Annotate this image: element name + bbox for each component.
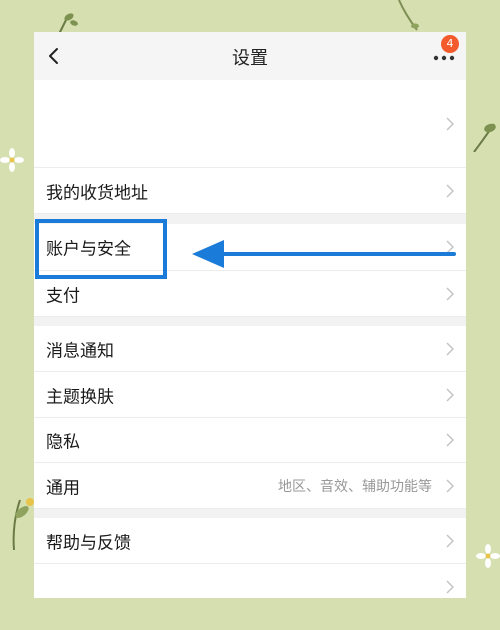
leaf-decoration-icon-2 [12, 498, 34, 550]
notifications-row[interactable]: 消息通知 [34, 326, 466, 372]
chevron-right-icon [446, 433, 454, 447]
white-flower-icon [0, 148, 24, 172]
shipping-address-label: 我的收货地址 [46, 183, 148, 203]
chevron-right-icon [446, 533, 454, 548]
privacy-label: 隐私 [46, 432, 80, 453]
profile-row[interactable] [34, 80, 466, 168]
notification-badge: 4 [441, 35, 459, 53]
theme-label: 主题换肤 [46, 387, 114, 407]
chevron-right-icon [446, 579, 454, 594]
chevron-right-icon [446, 183, 454, 198]
general-label: 通用 [46, 478, 80, 498]
chevron-right-icon [446, 341, 454, 356]
payment-row[interactable]: 支付 [34, 271, 466, 317]
blurred-row[interactable] [34, 564, 466, 598]
chevron-right-icon [446, 286, 454, 301]
notifications-label: 消息通知 [46, 341, 114, 361]
general-row[interactable]: 通用 地区、音效、辅助功能等 [34, 463, 466, 509]
account-security-label: 账户与安全 [46, 239, 131, 260]
page-title: 设置 [232, 48, 268, 69]
arrow-left-icon [192, 240, 456, 268]
white-flower-icon-2 [476, 544, 500, 568]
leaf-decoration-icon [473, 123, 496, 152]
general-description: 地区、音效、辅助功能等 [278, 478, 432, 495]
payment-label: 支付 [46, 286, 80, 306]
more-dots-icon[interactable] [432, 52, 456, 64]
branch-decoration-icon [398, 0, 419, 31]
theme-row[interactable]: 主题换肤 [34, 372, 466, 418]
chevron-right-icon [446, 478, 454, 493]
settings-screen: 设置 4 我的收货地址 账户与安全 支付 消息通知 主题换肤 隐私 通用 地区、… [34, 32, 466, 598]
nav-bar: 设置 4 [34, 32, 466, 80]
help-feedback-row[interactable]: 帮助与反馈 [34, 518, 466, 564]
shipping-address-row[interactable]: 我的收货地址 [34, 168, 466, 214]
privacy-row[interactable]: 隐私 [34, 418, 466, 463]
chevron-right-icon [446, 387, 454, 402]
chevron-right-icon [446, 116, 454, 131]
help-feedback-label: 帮助与反馈 [46, 533, 131, 553]
